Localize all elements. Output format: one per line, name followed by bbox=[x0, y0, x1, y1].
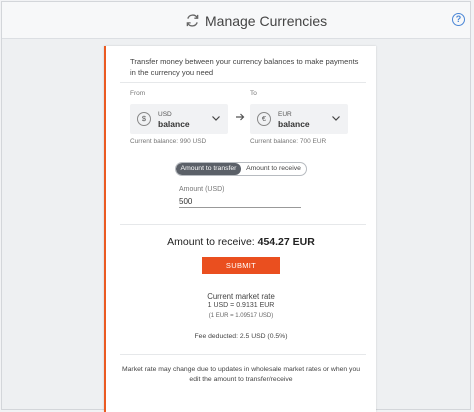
help-icon[interactable]: ? bbox=[452, 13, 465, 26]
to-current-balance: Current balance: 700 EUR bbox=[250, 138, 327, 145]
sync-icon bbox=[186, 14, 199, 27]
receive-value: 454.27 EUR bbox=[257, 236, 315, 248]
fee-text: Fee deducted: 2.5 USD (0.5%) bbox=[194, 333, 288, 340]
rate-line-1: 1 USD = 0.9131 EUR bbox=[207, 302, 275, 309]
to-label: To bbox=[250, 90, 257, 97]
page-title: Manage Currencies bbox=[205, 13, 328, 29]
to-currency-select[interactable]: € EUR balance bbox=[250, 104, 348, 134]
chevron-down-icon bbox=[332, 116, 340, 121]
amount-label: Amount (USD) bbox=[179, 186, 225, 193]
divider bbox=[120, 82, 366, 83]
header: Manage Currencies ? bbox=[2, 2, 470, 39]
amount-to-receive: Amount to receive: 454.27 EUR bbox=[106, 236, 376, 248]
rate-line-2: (1 EUR = 1.09517 USD) bbox=[208, 313, 274, 319]
from-label: From bbox=[130, 90, 146, 97]
from-current-balance: Current balance: 990 USD bbox=[130, 138, 207, 145]
to-currency-name: balance bbox=[278, 119, 310, 129]
tab-amount-to-transfer[interactable]: Amount to transfer bbox=[176, 163, 241, 175]
euro-icon: € bbox=[257, 112, 271, 126]
submit-button[interactable]: SUBMIT bbox=[202, 257, 280, 274]
tab-amount-to-receive[interactable]: Amount to receive bbox=[241, 163, 306, 175]
divider bbox=[120, 354, 366, 355]
amount-mode-toggle: Amount to transfer Amount to receive bbox=[175, 162, 307, 176]
footer-note: Market rate may change due to updates in… bbox=[121, 366, 361, 383]
divider bbox=[120, 224, 366, 225]
transfer-card: Transfer money between your currency bal… bbox=[104, 46, 376, 412]
dollar-icon: $ bbox=[137, 112, 151, 126]
amount-input[interactable] bbox=[179, 196, 301, 208]
manage-currencies-window: Manage Currencies ? Transfer money betwe… bbox=[1, 1, 471, 412]
from-currency-select[interactable]: $ USD balance bbox=[130, 104, 228, 134]
rate-title: Current market rate bbox=[207, 292, 275, 301]
arrow-right-icon bbox=[236, 113, 245, 121]
chevron-down-icon bbox=[212, 116, 220, 121]
from-currency-name: balance bbox=[158, 119, 190, 129]
to-currency-code: EUR bbox=[278, 111, 292, 118]
from-currency-code: USD bbox=[158, 111, 172, 118]
receive-label: Amount to receive: bbox=[167, 236, 255, 248]
intro-text: Transfer money between your currency bal… bbox=[130, 57, 359, 77]
